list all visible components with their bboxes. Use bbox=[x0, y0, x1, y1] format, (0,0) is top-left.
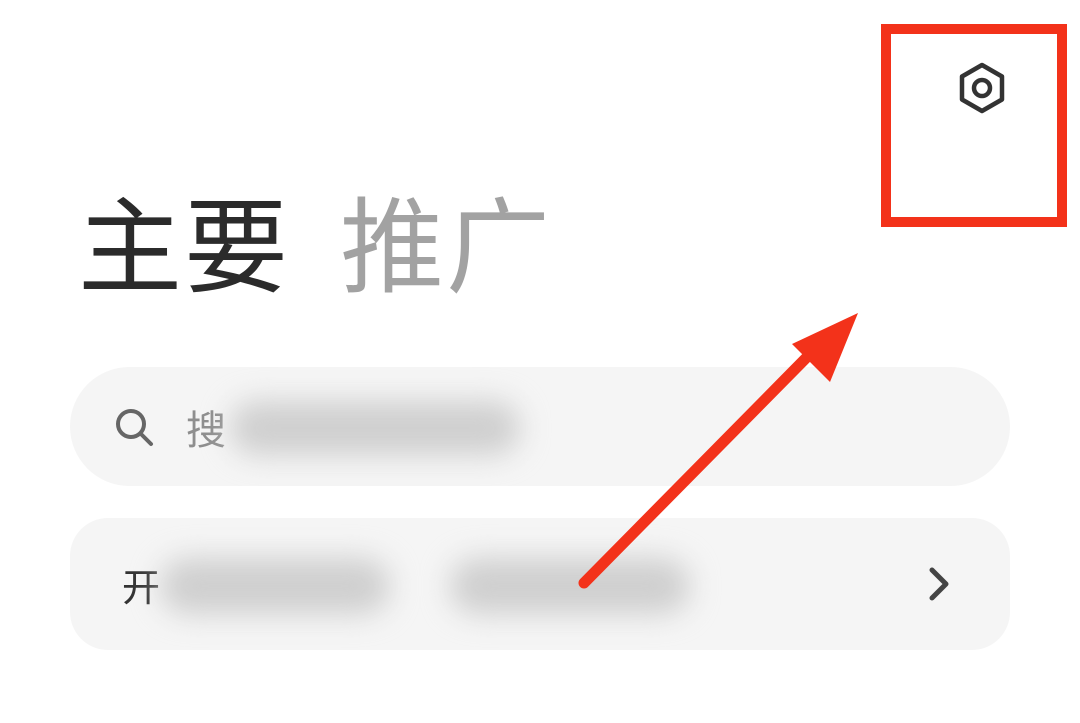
redacted-text-blur bbox=[230, 401, 520, 455]
redacted-text-blur bbox=[450, 558, 690, 614]
tab-promotions[interactable]: 推广 bbox=[340, 188, 552, 308]
search-icon bbox=[116, 408, 153, 446]
tab-bar: 主要 推广 bbox=[78, 188, 552, 308]
search-placeholder: 搜 bbox=[186, 407, 226, 454]
open-row-label: 开 bbox=[122, 565, 161, 610]
redacted-text-blur bbox=[160, 558, 390, 614]
open-row[interactable]: 开 bbox=[70, 518, 1010, 650]
tab-main[interactable]: 主要 bbox=[78, 188, 290, 308]
chevron-right-icon bbox=[929, 567, 949, 601]
annotation-highlight-box bbox=[881, 24, 1067, 227]
page: 主要 推广 搜 开 bbox=[0, 0, 1080, 723]
search-input[interactable]: 搜 bbox=[70, 367, 1010, 486]
